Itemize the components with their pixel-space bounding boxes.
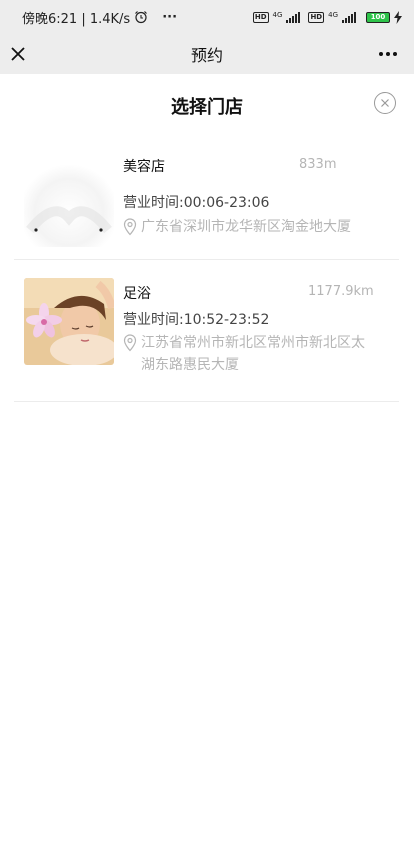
status-left: 傍晚6:21 | 1.4K/s ···: [22, 8, 177, 27]
signal-strength-icon-2: [342, 11, 356, 23]
store-card[interactable]: 美容店 833m 营业时间:00:06-23:06 广东省深圳市龙华新区淘金地大…: [14, 140, 399, 260]
status-bar: 傍晚6:21 | 1.4K/s ··· HD 4G HD 4G 100: [0, 0, 414, 34]
store-address-text: 江苏省常州市新北区常州市新北区太湖东路惠民大厦: [141, 335, 365, 373]
nav-bar: 预约: [0, 34, 414, 74]
modal-title: 选择门店: [171, 97, 243, 118]
status-more-dots: ···: [162, 9, 178, 25]
store-card[interactable]: 足浴 1177.9km 营业时间:10:52-23:52 江苏省常州市新北区常州…: [14, 261, 399, 402]
store-address-text: 广东省深圳市龙华新区淘金地大厦: [141, 219, 351, 235]
store-thumbnail: [24, 278, 114, 365]
store-name: 美容店: [123, 159, 165, 175]
location-pin-icon: [123, 218, 137, 236]
hd-badge-2: HD: [308, 11, 325, 23]
signal-strength-icon: [286, 11, 301, 23]
network-type-1: 4G: [272, 10, 283, 19]
alarm-clock-icon: [134, 10, 148, 24]
store-name: 足浴: [123, 286, 151, 302]
network-type-2: 4G: [328, 10, 338, 19]
more-icon[interactable]: [376, 38, 400, 70]
store-hours: 营业时间:10:52-23:52: [123, 312, 270, 328]
hd-badge-1: HD: [252, 11, 269, 23]
location-pin-icon: [123, 334, 137, 352]
circle-close-icon[interactable]: [374, 92, 396, 114]
store-hours: 营业时间:00:06-23:06: [123, 195, 270, 211]
store-distance: 833m: [299, 157, 337, 172]
status-time-speed: 傍晚6:21 | 1.4K/s: [22, 11, 131, 27]
battery-icon: 100: [366, 11, 390, 23]
store-address: 江苏省常州市新北区常州市新北区太湖东路惠民大厦: [123, 332, 375, 376]
status-right: HD 4G HD 4G 100: [252, 10, 402, 24]
charging-icon: [394, 10, 402, 24]
store-address: 广东省深圳市龙华新区淘金地大厦: [123, 216, 393, 238]
page-title: 预约: [190, 46, 223, 65]
close-icon[interactable]: [6, 38, 30, 70]
store-distance: 1177.9km: [308, 284, 374, 299]
store-thumbnail: [24, 160, 114, 247]
